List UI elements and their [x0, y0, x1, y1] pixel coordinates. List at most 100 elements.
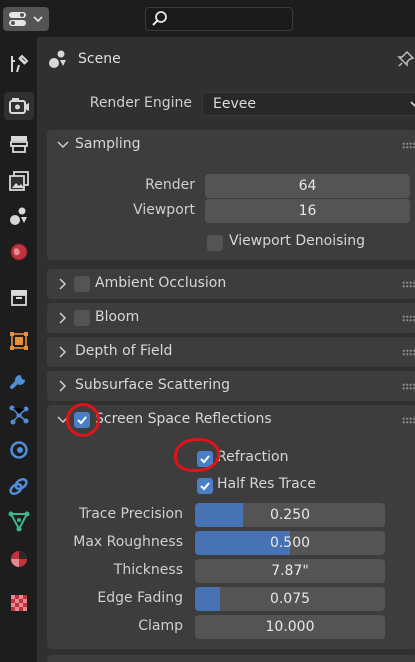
particles-icon — [9, 405, 29, 425]
texture-icon — [11, 595, 27, 611]
panel-title: Sampling — [75, 136, 141, 152]
viewport-samples-field[interactable]: 16 — [205, 199, 410, 223]
checkmark-icon — [200, 482, 210, 491]
annotation-circle — [174, 438, 220, 472]
panel-screen-space-reflections: Screen Space Reflections Refraction Half… — [47, 405, 415, 649]
panel-title: Screen Space Reflections — [95, 411, 272, 427]
max-roughness-label: Max Roughness — [73, 534, 183, 550]
viewport-samples-label: Viewport — [133, 202, 195, 218]
annotation-circle — [66, 403, 100, 437]
constraints-icon — [9, 477, 28, 496]
sidebar-tab-data[interactable] — [4, 507, 34, 535]
drag-handle-icon[interactable] — [402, 281, 415, 288]
drag-handle-icon[interactable] — [402, 142, 415, 149]
sidebar-tab-tool[interactable] — [4, 50, 34, 78]
thickness-field[interactable]: 7.87" — [195, 559, 385, 583]
sidebar-tab-texture[interactable] — [4, 589, 34, 617]
render-icon — [9, 98, 29, 114]
sidebar-tab-world[interactable] — [4, 238, 34, 266]
drag-handle-icon[interactable] — [402, 349, 415, 356]
sidebar-tab-scene[interactable] — [4, 202, 34, 230]
render-samples-value: 64 — [298, 178, 317, 194]
object-icon — [10, 332, 28, 350]
editor-type-button[interactable] — [3, 7, 49, 31]
collection-icon — [11, 290, 27, 306]
chevron-down-icon — [57, 141, 69, 149]
modifier-icon — [10, 375, 25, 389]
data-icon — [8, 511, 30, 532]
panel-title: Subsurface Scattering — [75, 377, 230, 393]
drag-handle-icon[interactable] — [402, 417, 415, 424]
max-roughness-slider[interactable]: 0.500 — [195, 531, 385, 555]
chevron-right-icon — [59, 346, 67, 358]
render-samples-label: Render — [145, 177, 195, 193]
breadcrumb-label: Scene — [78, 51, 121, 67]
view-layer-icon — [9, 171, 29, 191]
edge-fading-label: Edge Fading — [97, 590, 183, 606]
slider-value: 0.500 — [269, 535, 311, 551]
material-icon — [11, 551, 27, 567]
bloom-checkbox[interactable] — [74, 310, 90, 326]
ambient-occlusion-checkbox[interactable] — [74, 276, 90, 292]
world-icon — [10, 243, 28, 261]
sidebar-tab-constraints[interactable] — [4, 472, 34, 500]
slider-value: 0.250 — [269, 507, 311, 523]
top-bar — [0, 0, 415, 37]
panel-subsurface-scattering: Subsurface Scattering — [47, 371, 415, 401]
field-value: 7.87" — [271, 563, 309, 579]
panel-title: Ambient Occlusion — [95, 275, 227, 291]
panel-title: Depth of Field — [75, 343, 173, 359]
viewport-denoising-label: Viewport Denoising — [229, 233, 366, 249]
sidebar-tab-collection[interactable] — [4, 283, 34, 311]
panel-header-screen-space-reflections[interactable]: Screen Space Reflections — [47, 405, 415, 435]
properties-tab-bar — [0, 37, 37, 662]
panel-sampling: Sampling Render 64 Viewport 16 Viewport … — [47, 130, 415, 260]
panel-next[interactable] — [47, 655, 415, 662]
drag-handle-icon[interactable] — [402, 383, 415, 390]
panel-bloom: Bloom — [47, 303, 415, 333]
refraction-label: Refraction — [217, 449, 289, 465]
half-res-trace-checkbox[interactable] — [197, 478, 213, 494]
chevron-right-icon — [59, 380, 67, 392]
sidebar-tab-particles[interactable] — [4, 401, 34, 429]
field-value: 10.000 — [265, 619, 315, 635]
slider-fill — [195, 587, 220, 611]
scene-icon — [10, 207, 27, 225]
half-res-trace-label: Half Res Trace — [217, 476, 316, 492]
panel-header-depth-of-field[interactable]: Depth of Field — [47, 337, 415, 367]
trace-precision-slider[interactable]: 0.250 — [195, 503, 385, 527]
clamp-field[interactable]: 10.000 — [195, 615, 385, 639]
sidebar-tab-output[interactable] — [4, 130, 34, 158]
viewport-denoising-checkbox[interactable] — [207, 235, 223, 251]
properties-content: Scene Render Engine Eevee Sampling Rende… — [37, 37, 415, 662]
panel-header-bloom[interactable]: Bloom — [47, 303, 415, 333]
edge-fading-slider[interactable]: 0.075 — [195, 587, 385, 611]
properties-editor-icon — [9, 12, 43, 26]
chevron-right-icon — [59, 278, 67, 290]
sidebar-tab-modifier[interactable] — [4, 366, 34, 394]
scene-icon — [49, 50, 66, 68]
clamp-label: Clamp — [138, 618, 183, 634]
sidebar-tab-object[interactable] — [4, 327, 34, 355]
sidebar-tab-render[interactable] — [4, 92, 34, 120]
sidebar-tab-view-layer[interactable] — [4, 167, 34, 195]
slider-value: 0.075 — [269, 591, 311, 607]
pin-icon[interactable] — [397, 50, 415, 68]
sidebar-tab-physics[interactable] — [4, 436, 34, 464]
render-engine-dropdown[interactable]: Eevee — [202, 92, 415, 116]
panel-header-sampling[interactable]: Sampling — [47, 130, 415, 160]
panel-header-ambient-occlusion[interactable]: Ambient Occlusion — [47, 269, 415, 299]
search-input[interactable] — [145, 7, 293, 31]
chevron-right-icon — [59, 312, 67, 324]
panel-title: Bloom — [95, 309, 140, 325]
physics-icon — [10, 441, 28, 459]
panel-header-subsurface-scattering[interactable]: Subsurface Scattering — [47, 371, 415, 401]
tool-icon — [11, 54, 29, 73]
panel-depth-of-field: Depth of Field — [47, 337, 415, 367]
sidebar-tab-material[interactable] — [4, 545, 34, 573]
render-engine-value: Eevee — [213, 96, 256, 112]
render-samples-field[interactable]: 64 — [205, 174, 410, 198]
panel-ambient-occlusion: Ambient Occlusion — [47, 269, 415, 299]
drag-handle-icon[interactable] — [402, 315, 415, 322]
trace-precision-label: Trace Precision — [78, 506, 183, 522]
